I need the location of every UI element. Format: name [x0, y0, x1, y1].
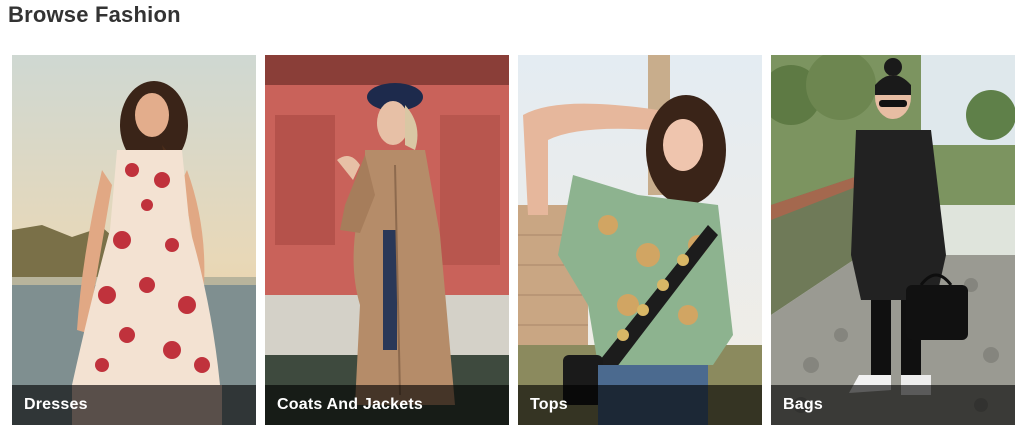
browse-fashion-section: Browse Fashion Dresses Coats And Jackets… [0, 0, 1024, 430]
category-label-tops: Tops [530, 396, 568, 413]
category-image-bags [771, 55, 1015, 425]
category-label-bags: Bags [783, 396, 823, 413]
category-card-tops[interactable]: Tops [518, 55, 762, 425]
section-title: Browse Fashion [8, 2, 181, 27]
category-label-dresses: Dresses [24, 396, 88, 413]
category-image-dresses [12, 55, 256, 425]
category-caption: Dresses [12, 385, 256, 425]
category-caption: Bags [771, 385, 1015, 425]
category-card-bags[interactable]: Bags [771, 55, 1015, 425]
category-caption: Tops [518, 385, 762, 425]
category-image-coats-and-jackets [265, 55, 509, 425]
category-card-dresses[interactable]: Dresses [12, 55, 256, 425]
category-caption: Coats And Jackets [265, 385, 509, 425]
category-card-coats-and-jackets[interactable]: Coats And Jackets [265, 55, 509, 425]
category-grid: Dresses Coats And Jackets Tops Bags [12, 55, 1015, 425]
category-image-tops [518, 55, 762, 425]
category-label-coats-and-jackets: Coats And Jackets [277, 396, 423, 413]
